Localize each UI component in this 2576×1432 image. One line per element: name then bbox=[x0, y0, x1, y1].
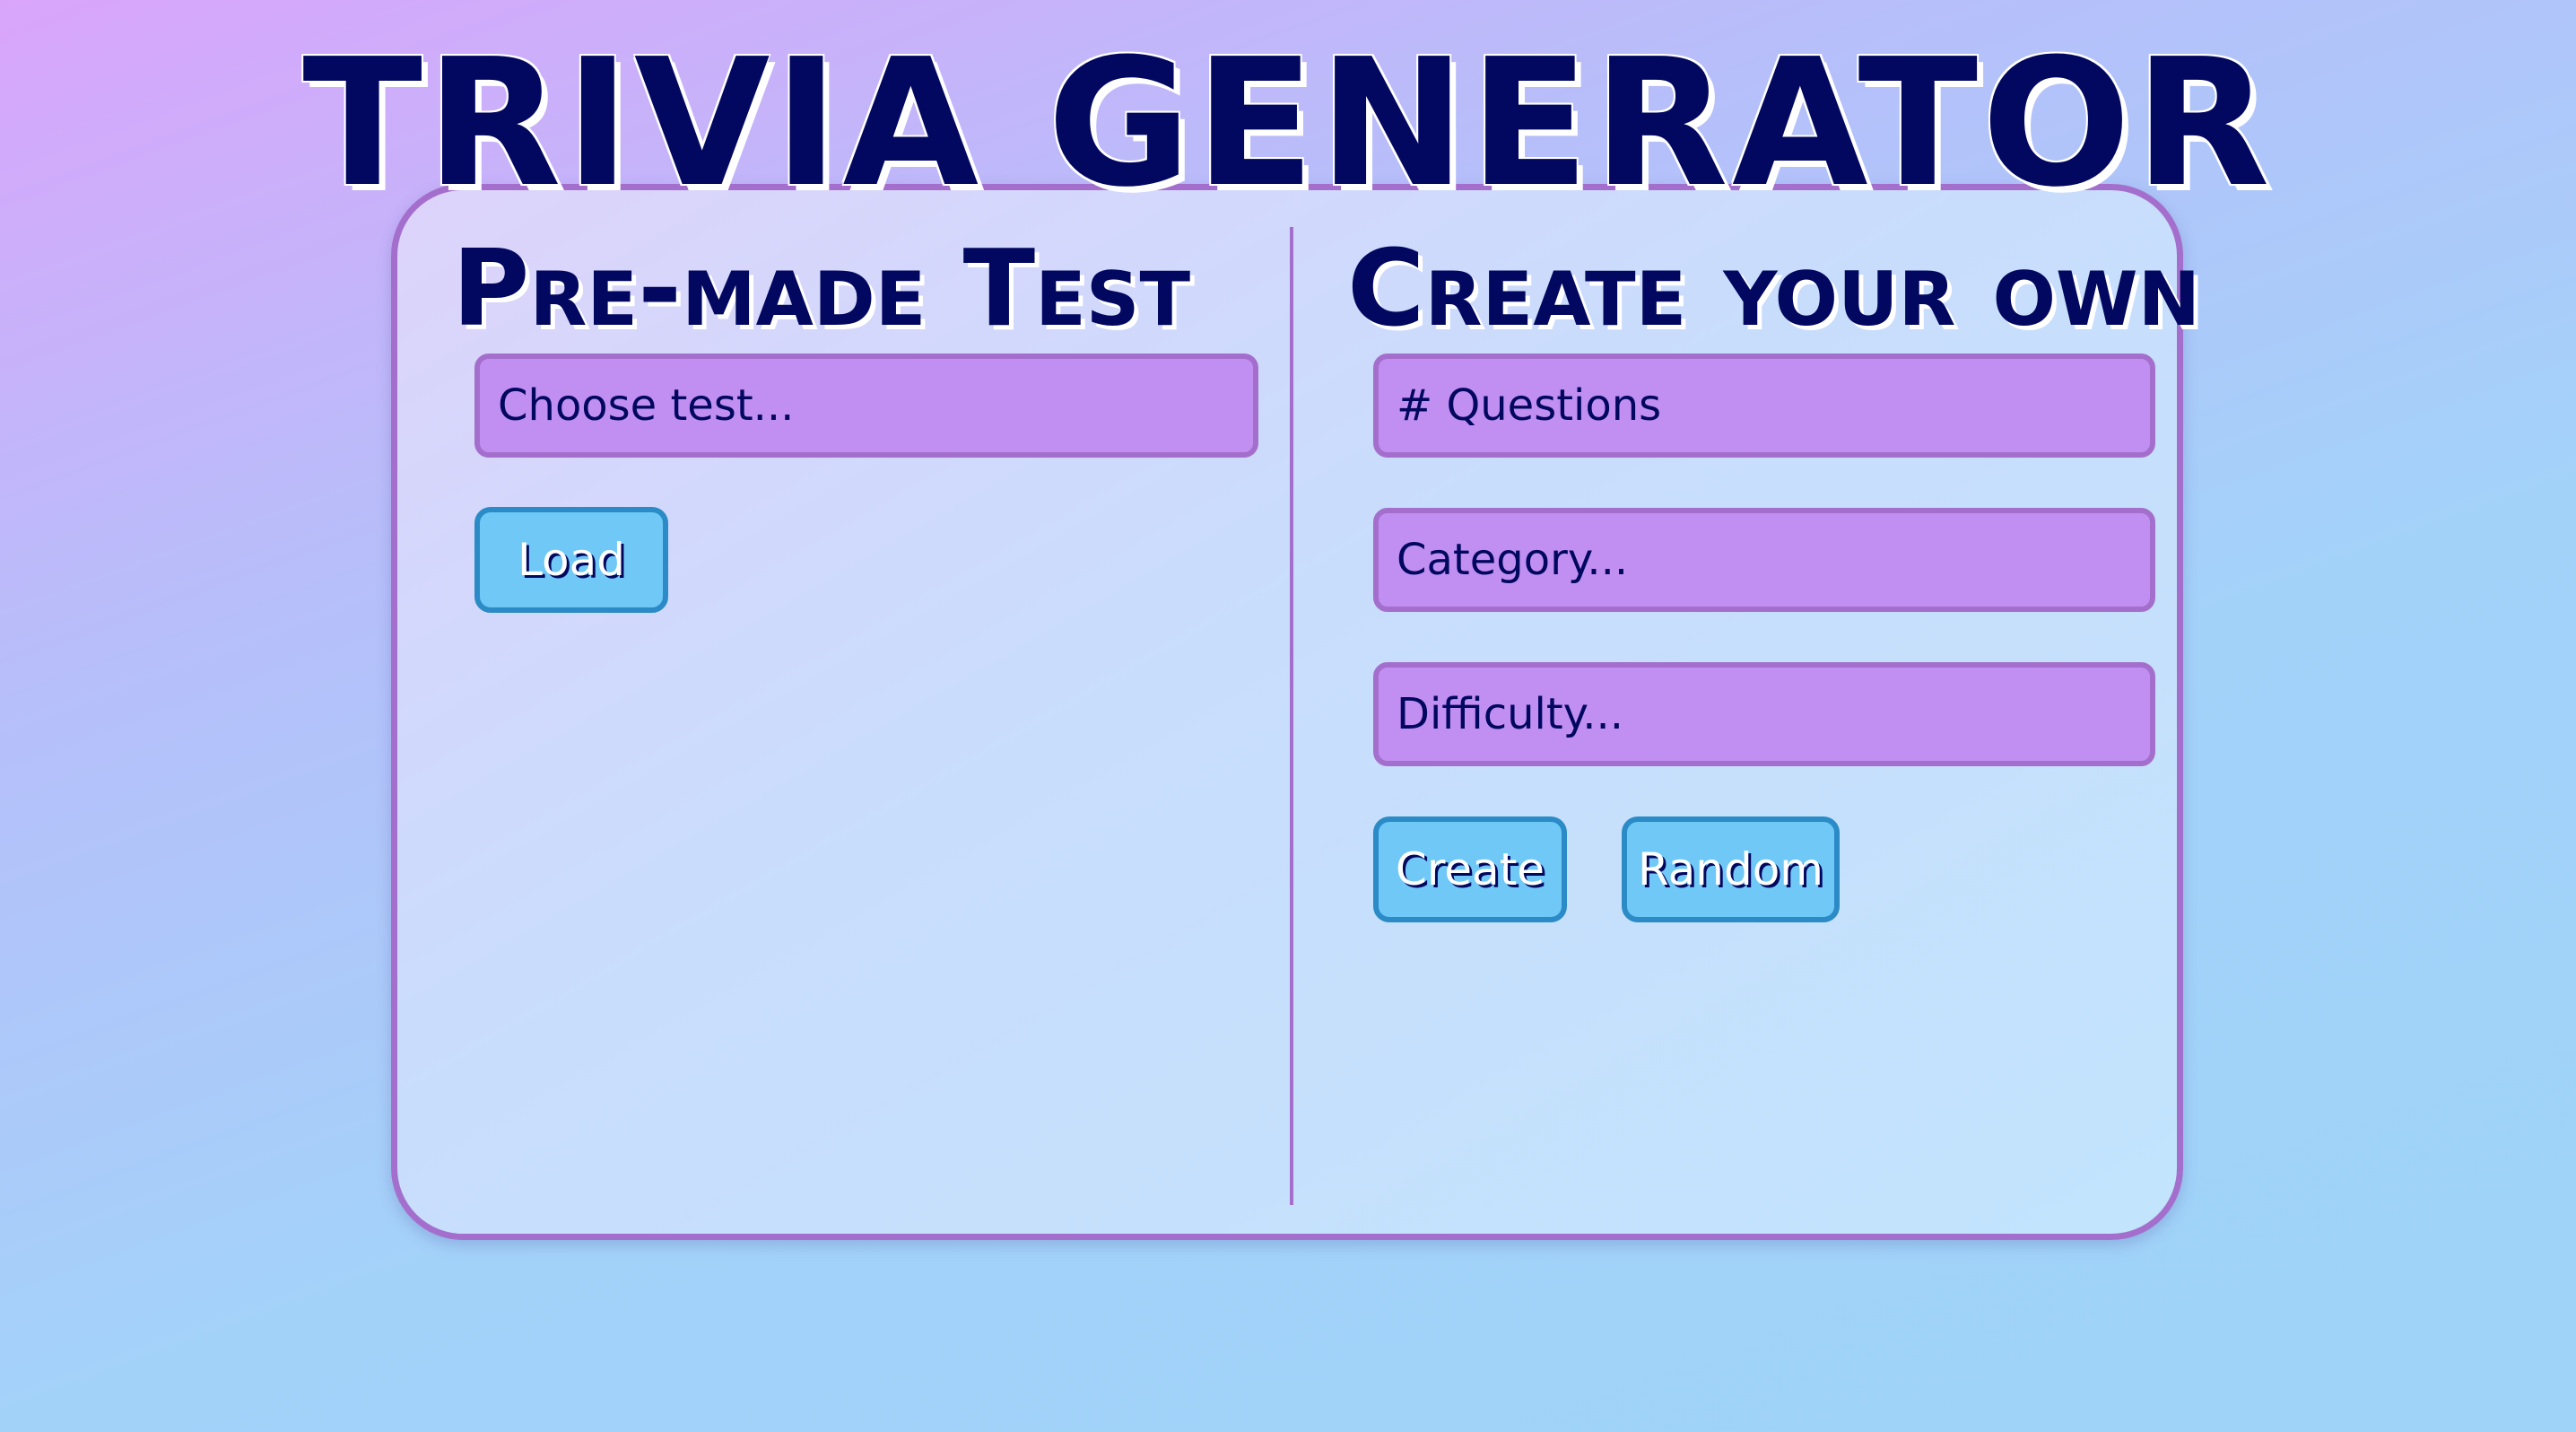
load-button[interactable]: Load bbox=[474, 507, 668, 613]
custom-heading: Create your own bbox=[1347, 226, 2201, 350]
category-select[interactable]: Category... bbox=[1373, 508, 2155, 612]
create-button[interactable]: Create bbox=[1373, 816, 1567, 922]
random-button[interactable]: Random bbox=[1622, 816, 1840, 922]
page-title: TRIVIA GENERATOR bbox=[302, 22, 2274, 226]
premade-heading: Pre-made Test bbox=[452, 226, 1191, 350]
choose-test-select[interactable]: Choose test... bbox=[474, 354, 1258, 458]
difficulty-select[interactable]: Difficulty... bbox=[1373, 662, 2155, 766]
section-divider bbox=[1290, 227, 1293, 1205]
questions-input[interactable]: # Questions bbox=[1373, 354, 2155, 458]
